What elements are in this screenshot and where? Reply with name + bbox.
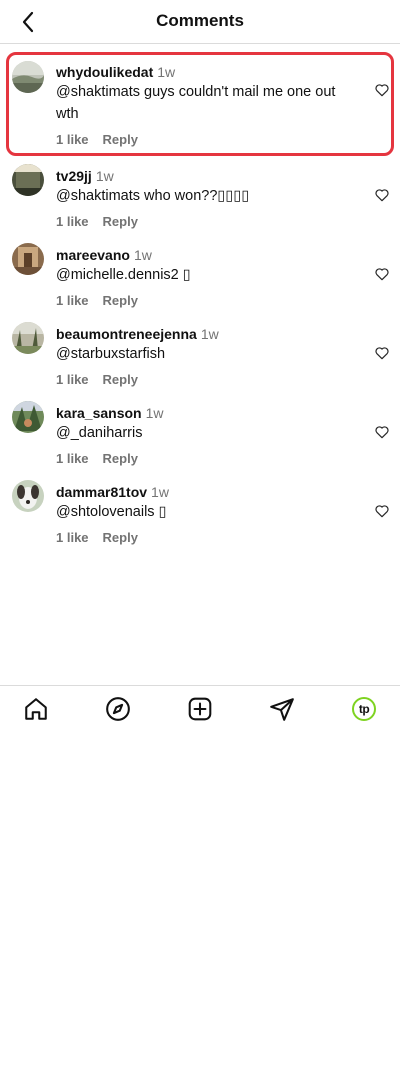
comment-item: tv29jj 1w @shaktimats who won??▯▯▯▯ 1 lik… <box>0 156 400 235</box>
heart-icon[interactable] <box>374 424 390 440</box>
avatar[interactable] <box>12 243 44 275</box>
comment-text: @starbuxstarfish <box>56 346 166 362</box>
home-icon <box>25 698 47 720</box>
heart-icon[interactable] <box>374 82 390 98</box>
comment-body: kara_sanson 1w @_daniharris 1 like Reply <box>56 405 346 466</box>
timestamp: 1w <box>95 168 114 184</box>
plus-square-icon <box>188 697 212 721</box>
timestamp: 1w <box>157 64 176 80</box>
username[interactable]: kara_sanson <box>56 405 142 421</box>
comment-text: @shtolovenails ▯ <box>56 504 167 520</box>
like-count[interactable]: 1 like <box>56 372 89 387</box>
heart-icon[interactable] <box>374 345 390 361</box>
header: Comments <box>0 0 400 44</box>
reply-button[interactable]: Reply <box>103 293 138 308</box>
heart-icon[interactable] <box>374 266 390 282</box>
heart-icon[interactable] <box>374 503 390 519</box>
avatar[interactable] <box>12 322 44 354</box>
comment-text: @shaktimats guys couldn't mail me one ou… <box>56 84 336 122</box>
username[interactable]: tv29jj <box>56 168 92 184</box>
like-count[interactable]: 1 like <box>56 293 89 308</box>
comment-item: beaumontreneejenna 1w @starbuxstarfish 1 … <box>0 314 400 393</box>
timestamp: 1w <box>200 326 219 342</box>
compass-icon <box>106 697 130 721</box>
comment-text: @_daniharris <box>56 425 143 441</box>
send-icon <box>270 698 294 721</box>
avatar[interactable] <box>12 401 44 433</box>
comment-body: mareevano 1w @michelle.dennis2 ▯ 1 like R… <box>56 247 346 308</box>
reply-button[interactable]: Reply <box>103 372 138 387</box>
comment-item: dammar81tov 1w @shtolovenails ▯ 1 like Re… <box>0 472 400 551</box>
heart-icon[interactable] <box>374 187 390 203</box>
like-count[interactable]: 1 like <box>56 132 89 147</box>
page-title: Comments <box>156 11 244 30</box>
avatar[interactable] <box>12 480 44 512</box>
timestamp: 1w <box>151 484 169 500</box>
tab-explore[interactable] <box>104 695 132 723</box>
like-count[interactable]: 1 like <box>56 451 89 466</box>
username[interactable]: whydoulikedat <box>56 64 153 80</box>
reply-button[interactable]: Reply <box>103 451 138 466</box>
tab-create[interactable] <box>186 695 214 723</box>
comment-text: @shaktimats who won??▯▯▯▯ <box>56 188 250 204</box>
comment-body: dammar81tov 1w @shtolovenails ▯ 1 like Re… <box>56 484 346 545</box>
bottom-tab-bar: tp <box>0 685 400 731</box>
username[interactable]: dammar81tov <box>56 484 147 500</box>
like-count[interactable]: 1 like <box>56 530 89 545</box>
profile-logo: tp <box>352 697 376 721</box>
avatar[interactable] <box>12 61 44 93</box>
timestamp: 1w <box>145 405 164 421</box>
tab-profile[interactable]: tp <box>350 695 378 723</box>
comment-item: mareevano 1w @michelle.dennis2 ▯ 1 like R… <box>0 235 400 314</box>
like-count[interactable]: 1 like <box>56 214 89 229</box>
avatar[interactable] <box>12 164 44 196</box>
tab-messages[interactable] <box>268 695 296 723</box>
tab-home[interactable] <box>22 695 50 723</box>
comment-item: whydoulikedat 1w @shaktimats guys couldn'… <box>0 52 400 156</box>
comment-body: whydoulikedat 1w @shaktimats guys couldn'… <box>56 64 346 147</box>
username[interactable]: beaumontreneejenna <box>56 326 197 342</box>
timestamp: 1w <box>133 247 152 263</box>
username[interactable]: mareevano <box>56 247 130 263</box>
comment-item: kara_sanson 1w @_daniharris 1 like Reply <box>0 393 400 472</box>
comment-list: whydoulikedat 1w @shaktimats guys couldn'… <box>0 52 400 551</box>
comment-text: @michelle.dennis2 ▯ <box>56 267 191 283</box>
comment-body: tv29jj 1w @shaktimats who won??▯▯▯▯ 1 lik… <box>56 168 346 229</box>
reply-button[interactable]: Reply <box>103 214 138 229</box>
reply-button[interactable]: Reply <box>103 132 138 147</box>
reply-button[interactable]: Reply <box>103 530 138 545</box>
comment-body: beaumontreneejenna 1w @starbuxstarfish 1 … <box>56 326 346 387</box>
